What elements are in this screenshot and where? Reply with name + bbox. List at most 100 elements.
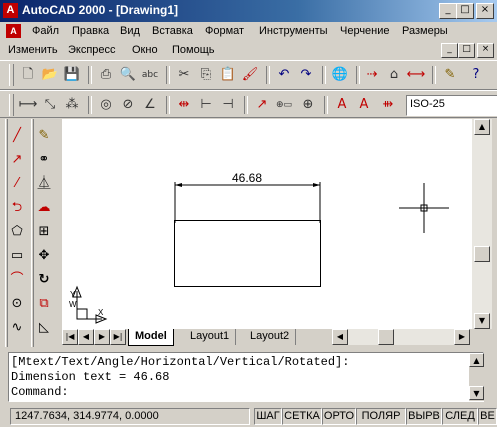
save-icon[interactable]: 💾	[62, 65, 82, 85]
pentagon-icon[interactable]: ⬠	[6, 221, 28, 242]
menu-dimension[interactable]: Размеры	[402, 25, 448, 37]
menu-insert[interactable]: Вставка	[152, 25, 193, 37]
circle-icon[interactable]: ⊙	[6, 293, 28, 314]
menu-express[interactable]: Экспресс	[68, 44, 116, 56]
scale-icon[interactable]: ⧉	[33, 293, 55, 314]
spell-icon[interactable]: abc	[140, 65, 160, 85]
redo-icon[interactable]: ↷	[296, 65, 316, 85]
lwt-toggle[interactable]: ВЕ	[478, 408, 497, 425]
aligned-dimension-icon[interactable]: ⤡	[40, 95, 60, 115]
dimension-text[interactable]: 46.68	[232, 171, 262, 185]
menu-tools[interactable]: Инструменты	[259, 25, 328, 37]
pencil-icon[interactable]: ✎	[440, 65, 460, 85]
dimension-line[interactable]	[174, 182, 321, 223]
minimize-button[interactable]: _	[439, 3, 457, 19]
vertical-scrollbar[interactable]: ▲ ▼	[472, 119, 492, 329]
diameter-dimension-icon[interactable]: ⊘	[118, 95, 138, 115]
menu-window[interactable]: Окно	[132, 44, 158, 56]
copy-object-icon[interactable]: ⚭	[33, 149, 55, 170]
offset-icon[interactable]: ☁	[33, 197, 55, 218]
construction-line-icon[interactable]: ↗	[6, 149, 28, 170]
toolbar-grip[interactable]	[9, 94, 14, 116]
scroll-down-button[interactable]: ▼	[474, 313, 490, 329]
array-icon[interactable]: ⊞	[33, 221, 55, 242]
horizontal-scroll-track[interactable]	[348, 329, 454, 345]
command-window[interactable]: [Mtext/Text/Angle/Horizontal/Vertical/Ro…	[8, 352, 484, 402]
move-icon[interactable]: ✥	[33, 245, 55, 266]
tab-model[interactable]: Model	[128, 329, 174, 346]
continue-dimension-icon[interactable]: ⊣	[218, 95, 238, 115]
hscroll-thumb[interactable]	[378, 329, 394, 345]
doc-minimize-button[interactable]: _	[441, 43, 458, 58]
erase-icon[interactable]: ✎	[33, 125, 55, 146]
command-scroll-down[interactable]: ▼	[469, 386, 484, 400]
tab-prev-button[interactable]: ◀	[78, 329, 94, 345]
tab-layout2[interactable]: Layout2	[244, 329, 297, 345]
menu-view[interactable]: Вид	[120, 25, 140, 37]
quick-dimension-icon[interactable]: ⇹	[174, 95, 194, 115]
menu-edit[interactable]: Правка	[72, 25, 109, 37]
ucs-icon[interactable]: ⇢	[362, 65, 382, 85]
tab-next-button[interactable]: ▶	[94, 329, 110, 345]
snap-toggle[interactable]: ШАГ	[254, 408, 282, 425]
menu-format[interactable]: Формат	[205, 25, 244, 37]
stretch-icon[interactable]: ◺	[33, 317, 55, 338]
hscroll-right-button[interactable]: ▶	[454, 329, 470, 345]
doc-close-button[interactable]: ×	[477, 43, 494, 58]
angular-dimension-icon[interactable]: ∠	[140, 95, 160, 115]
undo-icon[interactable]: ↶	[274, 65, 294, 85]
ordinate-dimension-icon[interactable]: ⁂	[62, 95, 82, 115]
osnap-toggle[interactable]: ВЫРВ	[406, 408, 442, 425]
match-properties-icon[interactable]: 🖌	[240, 65, 260, 85]
dimension-text-edit-icon[interactable]: A	[354, 95, 374, 115]
linear-dimension-icon[interactable]: ⟼	[18, 95, 38, 115]
menu-draw[interactable]: Черчение	[340, 25, 390, 37]
tolerance-icon[interactable]: ⊕▭	[274, 95, 294, 115]
document-icon[interactable]: A	[6, 24, 21, 38]
center-mark-icon[interactable]: ⊕	[298, 95, 318, 115]
new-icon[interactable]: 🗋	[18, 65, 38, 85]
print-icon[interactable]: ⎙	[96, 65, 116, 85]
autocad-app-icon[interactable]: A	[3, 3, 18, 18]
tab-layout1[interactable]: Layout1	[184, 329, 237, 345]
rotate-icon[interactable]: ↻	[33, 269, 55, 290]
hscroll-left-button[interactable]: ◀	[332, 329, 348, 345]
command-prompt[interactable]: Command:	[11, 385, 69, 399]
drawing-canvas[interactable]: 46.68 Y W X	[62, 119, 472, 329]
drawn-rectangle[interactable]	[174, 220, 321, 287]
close-button[interactable]: ×	[476, 3, 494, 19]
otrack-toggle[interactable]: СЛЕД	[442, 408, 478, 425]
command-scrollbar[interactable]: ▲ ▼	[469, 353, 484, 401]
maximize-button[interactable]: □	[456, 3, 474, 19]
tab-last-button[interactable]: ▶|	[110, 329, 126, 345]
cut-icon[interactable]: ✂	[174, 65, 194, 85]
baseline-dimension-icon[interactable]: ⊢	[196, 95, 216, 115]
doc-restore-button[interactable]: □	[458, 43, 475, 58]
radius-dimension-icon[interactable]: ◎	[96, 95, 116, 115]
polar-toggle[interactable]: ПОЛЯР	[356, 408, 406, 425]
rectangle-icon[interactable]: ▭	[6, 245, 28, 266]
scroll-up-button[interactable]: ▲	[474, 119, 490, 135]
internet-icon[interactable]: 🌐	[330, 65, 350, 85]
ortho-toggle[interactable]: ОРТО	[322, 408, 356, 425]
named-views-icon[interactable]: ⌂	[384, 65, 404, 85]
paste-icon[interactable]: 📋	[218, 65, 238, 85]
distance-icon[interactable]: ⟷	[406, 65, 426, 85]
toolbar-grip[interactable]	[9, 64, 14, 86]
scroll-thumb[interactable]	[474, 246, 490, 262]
help-icon[interactable]: ?	[466, 65, 486, 85]
dimension-update-icon[interactable]: ⇻	[378, 95, 398, 115]
leader-icon[interactable]: ↗	[252, 95, 272, 115]
tab-first-button[interactable]: |◀	[62, 329, 78, 345]
copy-icon[interactable]: ⎘	[196, 65, 216, 85]
polygon-icon[interactable]: ⮌	[6, 197, 28, 218]
arc-icon[interactable]: ⌒	[6, 269, 28, 290]
menu-file[interactable]: Файл	[32, 25, 59, 37]
dimension-style-select[interactable]: ISO-25	[406, 95, 497, 116]
line-icon[interactable]: ╱	[6, 125, 28, 146]
mirror-icon[interactable]: ⏅	[33, 173, 55, 194]
preview-icon[interactable]: 🔍	[118, 65, 138, 85]
polyline-icon[interactable]: ⁄	[6, 173, 28, 194]
coordinates-display[interactable]: 1247.7634, 314.9774, 0.0000	[10, 408, 250, 425]
dimension-edit-icon[interactable]: A	[332, 95, 352, 115]
